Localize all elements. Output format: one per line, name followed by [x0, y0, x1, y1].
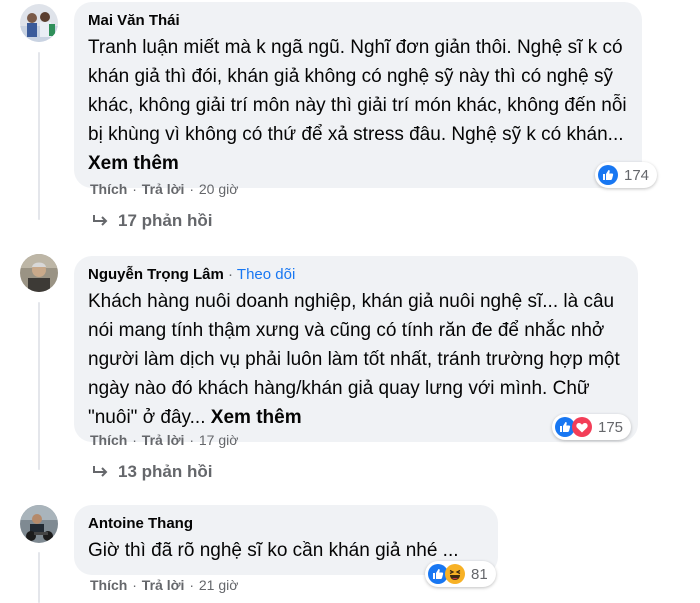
see-more-link[interactable]: Xem thêm	[88, 153, 179, 174]
reply-arrow-icon	[93, 466, 108, 477]
comment-time[interactable]: 20 giờ	[199, 181, 239, 197]
like-icon	[598, 165, 618, 185]
avatar[interactable]	[20, 505, 58, 543]
replies-count-label: 13 phản hồi	[118, 462, 213, 481]
comment-text: Tranh luận miết mà k ngã ngũ. Nghĩ đơn g…	[88, 33, 628, 178]
comment-body: Giờ thì đã rõ nghệ sĩ ko cần khán giả nh…	[88, 540, 459, 561]
comment-text: Giờ thì đã rõ nghệ sĩ ko cần khán giả nh…	[88, 536, 484, 565]
comment-actions: Thích · Trả lời · 20 giờ	[90, 181, 239, 197]
avatar[interactable]	[20, 254, 58, 292]
comment-body: Khách hàng nuôi doanh nghiệp, khán giả n…	[88, 291, 620, 428]
thread-line	[38, 552, 40, 603]
avatar[interactable]	[20, 4, 58, 42]
replies-count-label: 17 phản hồi	[118, 211, 213, 230]
like-action[interactable]: Thích	[90, 577, 127, 593]
follow-link[interactable]: Theo dõi	[237, 266, 295, 283]
thread-line	[38, 302, 40, 470]
like-action[interactable]: Thích	[90, 432, 127, 448]
haha-icon	[445, 564, 465, 584]
reaction-summary[interactable]: 81	[425, 561, 496, 587]
reaction-summary[interactable]: 175	[552, 414, 632, 440]
reaction-count: 81	[471, 565, 488, 583]
reaction-count: 174	[624, 166, 650, 184]
like-action[interactable]: Thích	[90, 181, 127, 197]
reply-action[interactable]: Trả lời	[142, 181, 185, 197]
comment-text: Khách hàng nuôi doanh nghiệp, khán giả n…	[88, 287, 624, 432]
comment-time[interactable]: 17 giờ	[199, 432, 239, 448]
comment-bubble: Nguyễn Trọng Lâm · Theo dõi Khách hàng n…	[74, 256, 638, 442]
comment-body: Tranh luận miết mà k ngã ngũ. Nghĩ đơn g…	[88, 37, 627, 145]
comment-bubble: Mai Văn Thái Tranh luận miết mà k ngã ng…	[74, 2, 642, 188]
comment-actions: Thích · Trả lời · 21 giờ	[90, 577, 239, 593]
reply-action[interactable]: Trả lời	[142, 577, 185, 593]
author-name[interactable]: Nguyễn Trọng Lâm	[88, 266, 224, 283]
reply-arrow-icon	[93, 215, 108, 226]
comment-time[interactable]: 21 giờ	[199, 577, 239, 593]
author-name[interactable]: Antoine Thang	[88, 515, 193, 532]
comment-actions: Thích · Trả lời · 17 giờ	[90, 432, 239, 448]
view-replies-button[interactable]: 17 phản hồi	[92, 211, 212, 231]
view-replies-button[interactable]: 13 phản hồi	[92, 462, 212, 482]
love-icon	[572, 417, 592, 437]
reply-action[interactable]: Trả lời	[142, 432, 185, 448]
see-more-link[interactable]: Xem thêm	[211, 407, 302, 428]
reaction-summary[interactable]: 174	[595, 162, 658, 188]
thread-line	[38, 52, 40, 220]
author-name[interactable]: Mai Văn Thái	[88, 12, 180, 29]
reaction-count: 175	[598, 418, 624, 436]
